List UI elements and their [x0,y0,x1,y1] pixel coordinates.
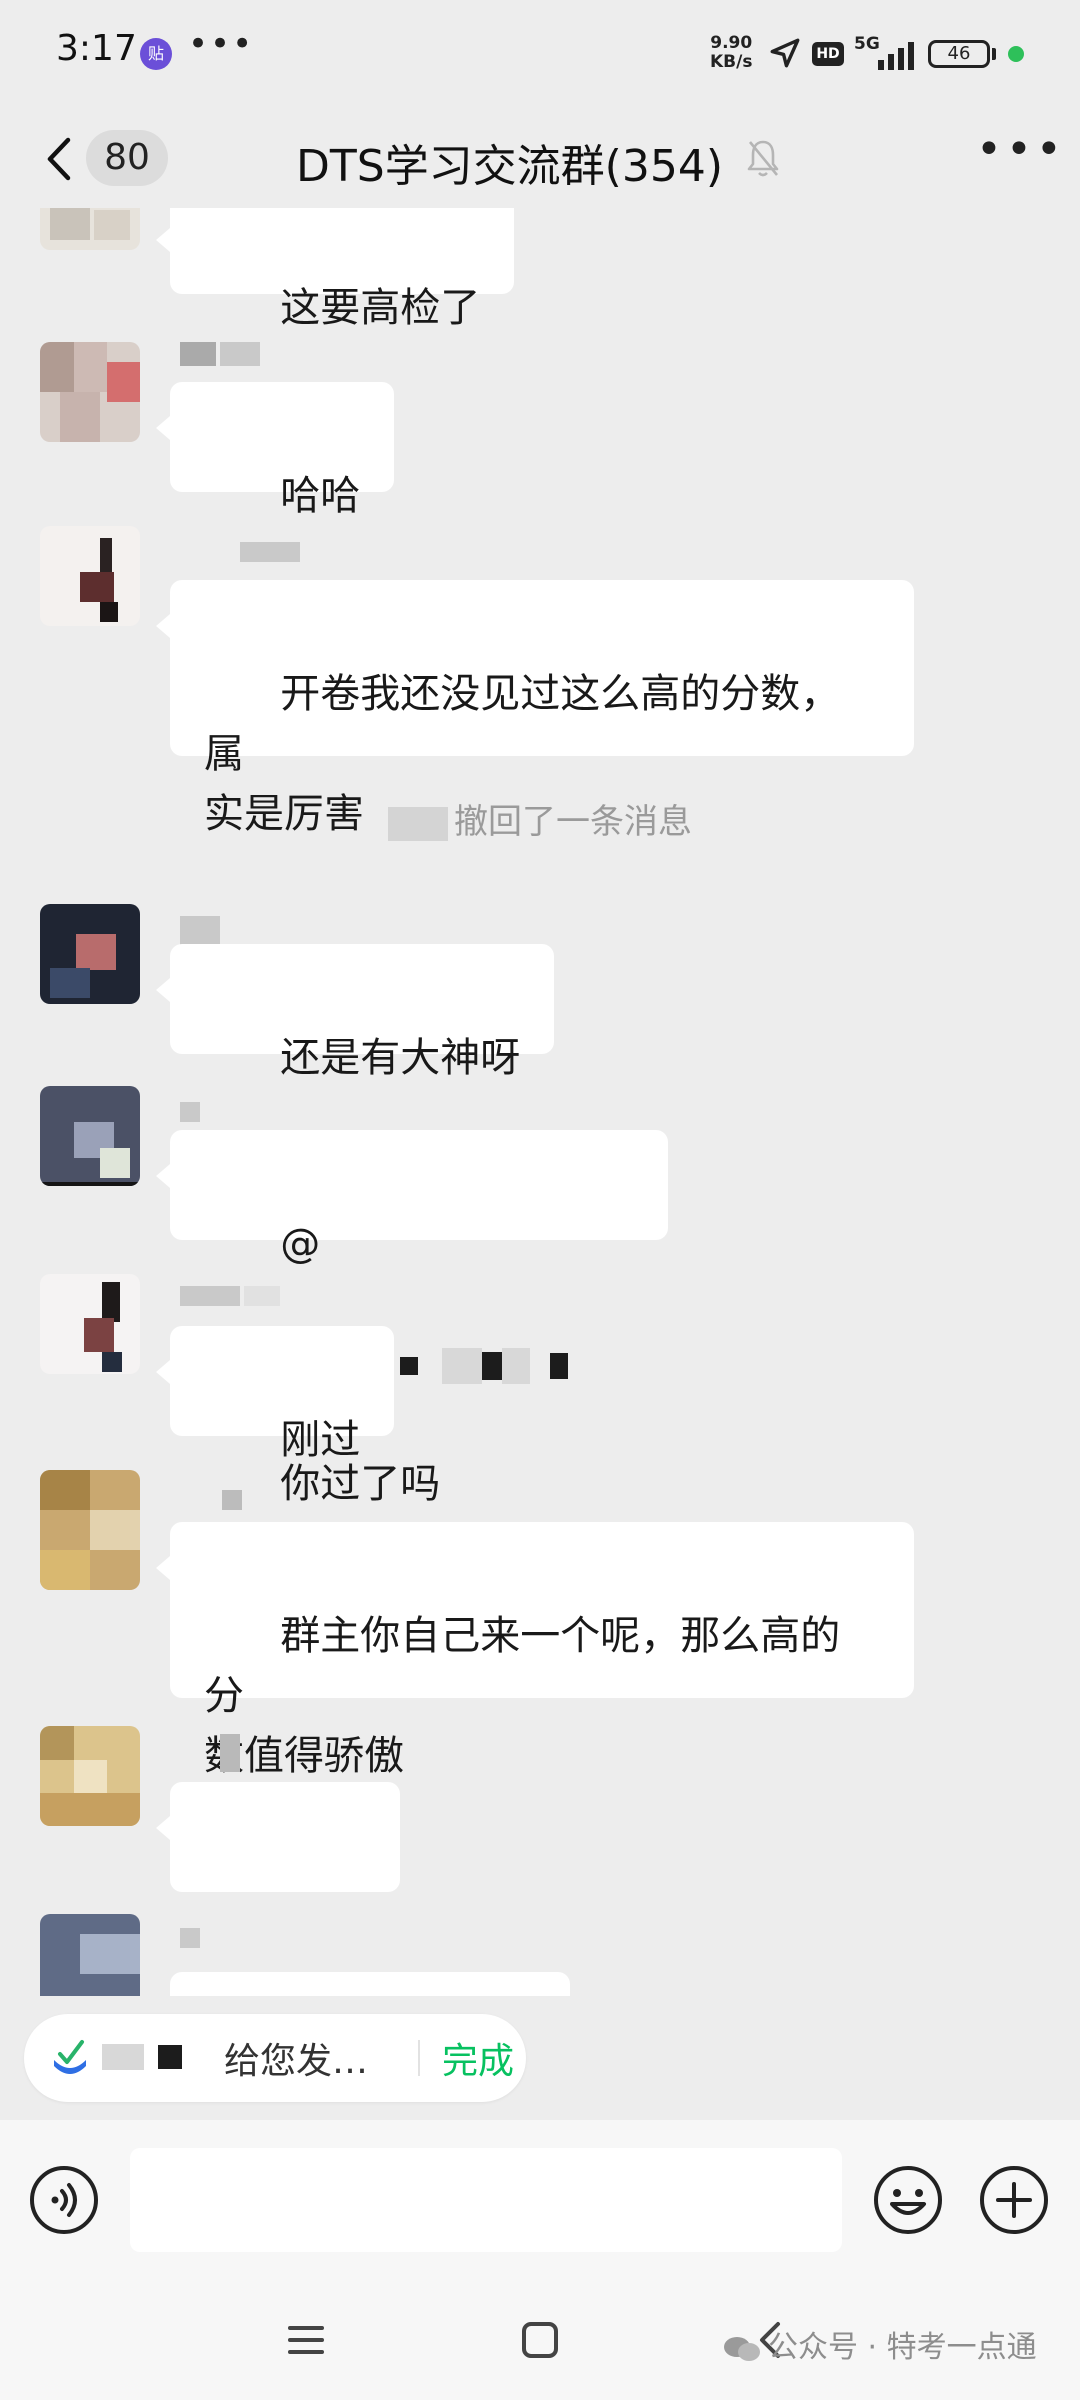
message-bubble[interactable]: 刚过 [155,1326,395,1463]
recall-notice-text: 撤回了一条消息 [454,802,692,842]
message-text: 群主你自己来一个呢，那么高的分 数值得骄傲 [204,1613,841,1779]
group-title: DTS学习交流群(354) [296,141,724,192]
avatar[interactable] [40,1274,140,1374]
avatar[interactable] [40,1726,140,1826]
avatar[interactable] [40,1914,140,1996]
more-notifications-icon: ••• [188,24,255,64]
sender-name-redacted [180,916,220,952]
notification-pill[interactable]: 给您发… 完成 [24,2014,526,2102]
voice-input-icon[interactable] [28,2164,100,2236]
avatar[interactable] [40,342,140,442]
network-speed-value: 9.90 [710,33,753,53]
chat-header: 80 DTS学习交流群(354) ••• [0,108,1080,208]
home-icon[interactable] [520,2320,560,2360]
sender-name-redacted [220,1734,240,1772]
redacted-name [388,806,448,841]
tieba-notification-icon: 贴 [140,38,172,70]
avatar[interactable] [40,1086,140,1186]
message-bubble[interactable]: 开卷我还没见过这么高的分数，属 实是厉害 [156,580,914,837]
hd-icon: HD [812,42,844,66]
message-bubble[interactable] [170,1972,570,1996]
more-options-icon[interactable]: ••• [976,124,1066,175]
message-bubble[interactable]: 哈哈 [155,382,395,519]
avatar[interactable] [40,526,140,626]
battery-tip [992,48,996,60]
sender-name-redacted [180,342,260,366]
wechat-logo-icon [724,2336,760,2361]
message-bubble[interactable]: 群主你自己来一个呢，那么高的分 数值得骄傲 [156,1522,914,1779]
network-speed-unit: KB/s [710,52,753,72]
done-button[interactable]: 完成 [442,2032,514,2084]
chat-messages[interactable]: 这要高检了 哈哈 开卷我还没见过这么高的分数，属 实是厉害 撤回了一条消息 还是… [0,208,1080,1996]
message-bubble[interactable] [156,1782,400,1892]
sender-name-redacted [180,1102,200,1126]
message-text: 还是有大神呀 [280,1035,521,1081]
watermark: 公众号 · 特考一点通 [722,2322,1037,2366]
watermark-text: 公众号 · 特考一点通 [768,2330,1037,2365]
sender-name-redacted [222,1490,242,1514]
status-bar: 3:17 贴 ••• 9.90 KB/s HD 5G 46 [0,0,1080,108]
message-input[interactable] [130,2148,842,2252]
signal-icon [878,42,914,70]
network-speed: 9.90 KB/s [710,34,752,72]
avatar[interactable] [40,904,140,1004]
notification-text: 给您发… [224,2041,369,2082]
divider [418,2040,420,2076]
message-bubble[interactable]: @ 你过了吗 [156,1130,668,1507]
sender-name-redacted [102,2044,196,2072]
plus-icon[interactable] [978,2164,1050,2236]
back-arrow-icon[interactable] [40,134,80,184]
message-text: 哈哈 [280,473,361,519]
mention-symbol: @ [280,1221,321,1267]
recent-apps-icon[interactable] [286,2320,326,2360]
message-text: 这要高检了 [280,285,481,331]
avatar[interactable] [40,208,140,250]
location-icon [770,38,800,68]
unread-count-badge[interactable]: 80 [86,130,168,186]
message-text: 刚过 [280,1417,361,1463]
sender-name-redacted [240,542,300,566]
app-logo-icon [54,2040,86,2074]
avatar[interactable] [40,1470,140,1590]
message-bubble[interactable]: 这要高检了 [155,208,515,331]
message-bubble[interactable]: 还是有大神呀 [155,944,555,1081]
battery-icon: 46 [928,40,990,68]
muted-bell-icon [747,140,779,177]
status-time: 3:17 [56,28,137,69]
input-bar [0,2120,1080,2280]
privacy-indicator-dot [1008,46,1024,62]
emoji-icon[interactable] [872,2164,944,2236]
sender-name-redacted [180,1928,200,1952]
sender-name-redacted [180,1286,280,1310]
recall-notice: 撤回了一条消息 [0,794,1080,843]
